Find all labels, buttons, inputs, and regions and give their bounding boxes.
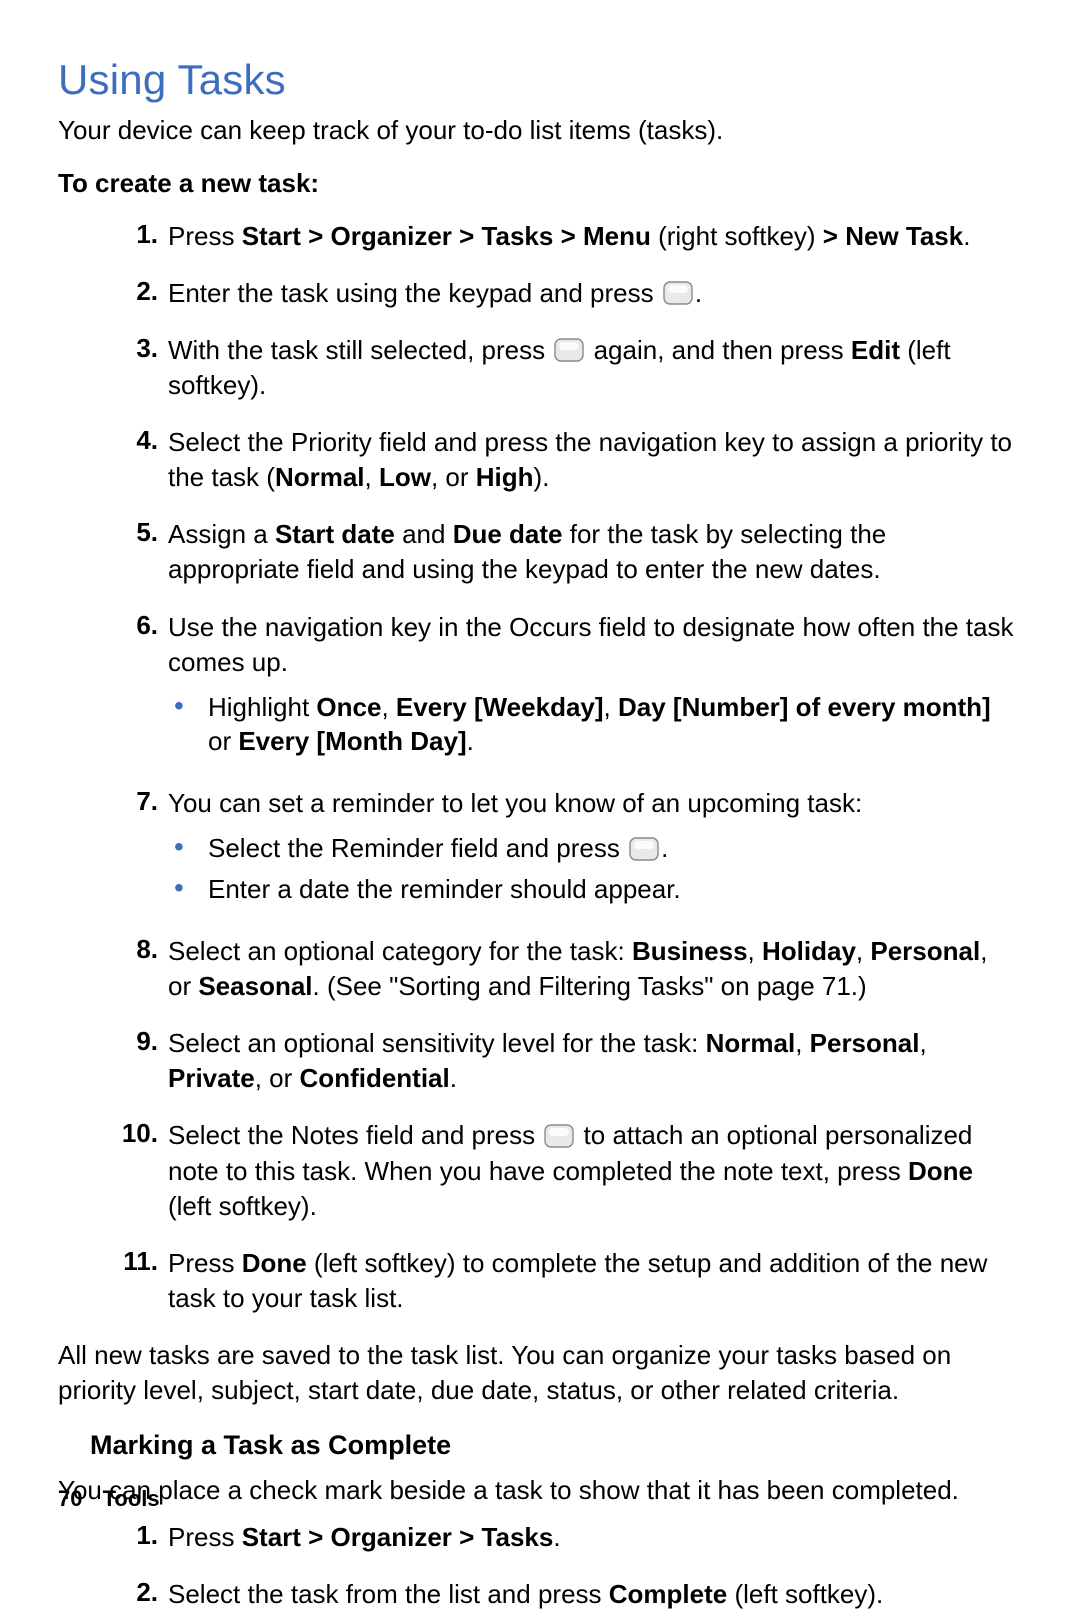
step-number: 1. xyxy=(58,1520,168,1551)
bullet-icon: • xyxy=(168,690,208,720)
sub-bullet: • Enter a date the reminder should appea… xyxy=(168,872,1016,906)
step-text: Select an optional sensitivity level for… xyxy=(168,1026,1020,1096)
step-text: Enter the task using the keypad and pres… xyxy=(168,276,1020,311)
step-text: Select the Notes field and press to atta… xyxy=(168,1118,1020,1223)
step-5: 5. Assign a Start date and Due date for … xyxy=(58,517,1020,587)
sub-text: Enter a date the reminder should appear. xyxy=(208,872,1016,906)
step-text: With the task still selected, press agai… xyxy=(168,333,1020,403)
step-8: 8. Select an optional category for the t… xyxy=(58,934,1020,1004)
ok-key-icon xyxy=(554,338,584,362)
step-7-sublist: • Select the Reminder field and press . … xyxy=(168,831,1016,906)
step-4: 4. Select the Priority field and press t… xyxy=(58,425,1020,495)
step-text: Select the task from the list and press … xyxy=(168,1577,1020,1612)
ok-key-icon xyxy=(629,837,659,861)
step-6: 6. Use the navigation key in the Occurs … xyxy=(58,610,1020,765)
step-number: 4. xyxy=(58,425,168,456)
step-number: 9. xyxy=(58,1026,168,1057)
step-number: 11. xyxy=(58,1246,168,1277)
sub-text: Highlight Once, Every [Weekday], Day [Nu… xyxy=(208,690,1016,759)
page-footer: 70 Tools xyxy=(58,1486,160,1512)
bullet-icon: • xyxy=(168,831,208,861)
step-text: Use the navigation key in the Occurs fie… xyxy=(168,610,1020,765)
step-11: 11. Press Done (left softkey) to complet… xyxy=(58,1246,1020,1316)
step-number: 6. xyxy=(58,610,168,641)
step-3: 3. With the task still selected, press a… xyxy=(58,333,1020,403)
step-6-sublist: • Highlight Once, Every [Weekday], Day [… xyxy=(168,690,1016,759)
step-text: You can set a reminder to let you know o… xyxy=(168,786,1020,912)
ok-key-icon xyxy=(544,1124,574,1148)
sub-bullet: • Select the Reminder field and press . xyxy=(168,831,1016,865)
intro-text: Your device can keep track of your to-do… xyxy=(58,114,1020,148)
mark-complete-steps: 1. Press Start > Organizer > Tasks. 2. S… xyxy=(58,1520,1020,1612)
step-text: Select the Priority field and press the … xyxy=(168,425,1020,495)
step-text: Press Start > Organizer > Tasks. xyxy=(168,1520,1020,1555)
mark-step-2: 2. Select the task from the list and pre… xyxy=(58,1577,1020,1612)
step-1: 1. Press Start > Organizer > Tasks > Men… xyxy=(58,219,1020,254)
section-name: Tools xyxy=(103,1486,160,1511)
step-2: 2. Enter the task using the keypad and p… xyxy=(58,276,1020,311)
step-text: Assign a Start date and Due date for the… xyxy=(168,517,1020,587)
step-number: 2. xyxy=(58,1577,168,1608)
create-task-steps: 1. Press Start > Organizer > Tasks > Men… xyxy=(58,219,1020,1316)
step-number: 1. xyxy=(58,219,168,250)
page-title: Using Tasks xyxy=(58,56,1020,104)
step-text: Press Done (left softkey) to complete th… xyxy=(168,1246,1020,1316)
step-number: 2. xyxy=(58,276,168,307)
step-number: 10. xyxy=(58,1118,168,1149)
step-text: Select an optional category for the task… xyxy=(168,934,1020,1004)
step-7: 7. You can set a reminder to let you kno… xyxy=(58,786,1020,912)
mark-step-1: 1. Press Start > Organizer > Tasks. xyxy=(58,1520,1020,1555)
step-number: 8. xyxy=(58,934,168,965)
step-10: 10. Select the Notes field and press to … xyxy=(58,1118,1020,1223)
mark-intro-text: You can place a check mark beside a task… xyxy=(58,1473,1020,1508)
sub-bullet: • Highlight Once, Every [Weekday], Day [… xyxy=(168,690,1016,759)
step-text: Press Start > Organizer > Tasks > Menu (… xyxy=(168,219,1020,254)
mark-complete-heading: Marking a Task as Complete xyxy=(90,1430,1020,1461)
bullet-icon: • xyxy=(168,872,208,902)
document-page: Using Tasks Your device can keep track o… xyxy=(0,0,1080,1620)
create-task-heading: To create a new task: xyxy=(58,168,1020,199)
step-number: 7. xyxy=(58,786,168,817)
step-9: 9. Select an optional sensitivity level … xyxy=(58,1026,1020,1096)
page-number: 70 xyxy=(58,1486,82,1511)
step-number: 3. xyxy=(58,333,168,364)
ok-key-icon xyxy=(663,281,693,305)
sub-text: Select the Reminder field and press . xyxy=(208,831,1016,865)
step-number: 5. xyxy=(58,517,168,548)
after-steps-text: All new tasks are saved to the task list… xyxy=(58,1338,1020,1408)
